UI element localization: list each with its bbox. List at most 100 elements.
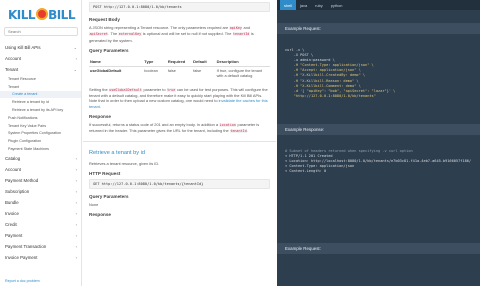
chevron-icon: ⌄ [73,45,77,50]
sidebar-subitem[interactable]: Create a tenant [0,90,81,99]
chevron-icon: › [75,166,77,172]
code-apisecret: apiSecret [89,32,109,37]
col-name: Name [89,56,144,67]
code-apikey: apiKey [229,26,243,30]
request-body-text: A JSON string representing a Tenant reso… [89,25,270,43]
sidebar-subitem[interactable]: Tenant [0,83,81,91]
chevron-icon: › [75,221,77,227]
cell-required: false [167,68,176,73]
sidebar-item-items21[interactable]: Account › [0,164,81,175]
text: A JSON string representing a Tenant reso… [89,25,230,30]
code-useglobaldefault: useGlobalDefault [108,87,143,92]
search-input[interactable] [4,27,78,36]
logo-text-left: KILL [8,8,36,22]
http-request-heading: HTTP Request [89,170,121,176]
text: . The [108,31,119,37]
response-text: If successful, returns a status code of … [89,122,270,135]
tab-java[interactable]: java [296,0,311,10]
sidebar-item-label: Bundle [5,199,19,205]
tab-ruby[interactable]: ruby [311,0,327,10]
text: parameter to [142,86,167,92]
sidebar-subitem[interactable]: Tenant Key Value Pairs [0,122,81,130]
sidebar-nav: Using Kill Bill APIs ⌄ Account › Tenant ⌄ Ten… [0,42,81,263]
sidebar-item-label: Payment Transaction [5,243,47,249]
sidebar-subitem[interactable]: Push Notifications [0,114,81,122]
sidebar: KILL BILL Using Kill Bill APIs ⌄ Account › T… [0,0,82,286]
section-divider [83,140,276,142]
chevron-icon: ⌄ [73,67,77,72]
text: is optional and will be set to null if n… [141,31,233,37]
sidebar-item-label: Invoice Payment [5,254,38,260]
response-heading: Response [89,114,111,120]
curl-code-block: curl -v \ -X POST \ -u admin:password \ … [277,34,480,116]
sidebar-item-items26[interactable]: Credit › [0,219,81,230]
text: Setting the [89,86,109,92]
text: . [99,103,101,109]
main-content: POST http://127.0.0.1:8080/1.0/kb/tenant… [83,0,276,286]
sidebar-item-items2[interactable]: Tenant ⌄ [0,64,81,75]
language-tabs: shell java ruby python [277,0,480,10]
none-text: None [89,201,99,207]
cell-description: If true, configure the tenant with a def… [216,68,263,78]
response-code-block: # Subset of headers returned when specif… [277,135,480,207]
logo-ball-icon [35,8,48,20]
killbill-logo[interactable]: KILL BILL [8,8,75,22]
sidebar-item-items29[interactable]: Invoice Payment › [0,252,81,263]
sidebar-item-label: Using Kill Bill APIs [5,45,41,50]
sidebar-subitem[interactable]: System Properties Configuration [0,130,81,138]
sidebar-item-items22[interactable]: Payment Method › [0,175,81,186]
sidebar-item-items23[interactable]: Subscription › [0,186,81,197]
sidebar-item-items20[interactable]: Catalog › [0,153,81,164]
chevron-icon: › [75,56,77,61]
text: and [242,25,251,30]
get-request-code: GET http://127.0.0.1:8080/1.0/kb/tenants… [89,178,270,189]
chevron-icon: › [75,254,77,260]
endpoint-heading: Retrieve a tenant by id [89,149,145,156]
text: . [247,128,249,134]
chevron-icon: › [75,232,77,238]
col-required: Required [166,56,193,67]
sidebar-item-label: Payment [5,232,23,238]
example-request-heading: Example Request: [277,23,480,34]
sidebar-subitem[interactable]: Retrieve a tenant by its API key [0,106,81,114]
tab-python[interactable]: python [327,0,347,10]
code-location: Location [219,123,237,128]
sidebar-item-items24[interactable]: Bundle › [0,197,81,208]
sidebar-item-label: Payment Method [5,177,39,183]
cell-type: boolean [144,68,158,73]
code-line: "http://127.0.0.1:8080/1.0/kb/tenants" [285,93,376,98]
query-params-heading-2: Query Parameters [89,193,129,199]
report-doc-problem-link[interactable]: Report a doc problem [5,279,40,283]
query-params-table: Name Type Required Default Description u… [89,56,270,81]
code-tenantid: tenantId [232,32,250,37]
text: If successful, returns a status code of … [89,122,220,128]
col-default: Default [192,56,216,67]
sidebar-item-items0[interactable]: Using Kill Bill APIs ⌄ [0,42,81,53]
table-row: useGlobalDefault boolean false false If … [89,66,270,81]
sidebar-item-label: Subscription [5,188,30,194]
logo-text-right: BILL [48,8,75,22]
sidebar-subitem[interactable]: Tenant Resource [0,75,81,83]
sidebar-item-items25[interactable]: Invoice › [0,208,81,219]
sidebar-item-label: Tenant [5,67,19,72]
tab-shell[interactable]: shell [280,0,297,10]
query-params-heading: Query Parameters [89,47,129,53]
sidebar-item-items1[interactable]: Account › [0,53,81,64]
sidebar-item-label: Catalog [5,155,21,161]
cell-default: false [193,68,202,73]
chevron-icon: › [75,243,77,249]
example-response-heading: Example Response: [277,124,480,135]
chevron-icon: › [75,210,77,216]
sidebar-subitem[interactable]: Payment State Machines [0,145,81,153]
sidebar-subitem[interactable]: Retrieve a tenant by id [0,98,81,106]
sidebar-item-items28[interactable]: Payment Transaction › [0,241,81,252]
code-externalkey: externalKey [118,32,142,37]
sidebar-item-label: Credit [5,221,17,227]
sidebar-item-label: Invoice [5,210,19,216]
sidebar-item-items27[interactable]: Payment › [0,230,81,241]
sidebar-subitem[interactable]: Plugin Configuration [0,137,81,145]
table-header-row: Name Type Required Default Description [89,56,270,67]
setting-text: Setting the useGlobalDefault parameter t… [89,87,270,109]
code-line: < Content-Length: 0 [285,169,327,174]
code-pane: shell java ruby python Example Request: … [277,0,480,286]
